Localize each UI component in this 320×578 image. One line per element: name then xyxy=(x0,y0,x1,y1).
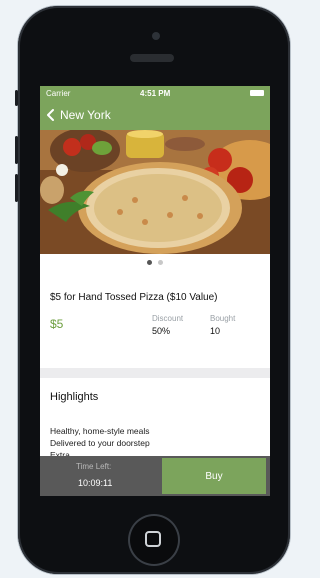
purchase-footer: Time Left: 10:09:11 Buy xyxy=(40,456,270,496)
bought-label: Bought xyxy=(210,314,236,323)
volume-down-button xyxy=(15,174,18,202)
discount-value: 50% xyxy=(152,326,171,336)
phone-frame: Carrier 4:51 PM New York $5 for Hand Tos… xyxy=(15,6,290,574)
time-left-value: 10:09:11 xyxy=(78,478,113,488)
volume-up-button xyxy=(15,136,18,164)
highlights-heading: Highlights xyxy=(50,391,99,403)
carousel-page-indicator[interactable] xyxy=(40,260,270,270)
earpiece-speaker xyxy=(130,54,174,62)
deal-price: $5 xyxy=(50,317,64,331)
discount-stat: Discount 50% xyxy=(152,314,183,336)
page-dot-1[interactable] xyxy=(147,260,152,265)
bought-value: 10 xyxy=(210,326,221,336)
home-square-icon xyxy=(145,531,161,547)
back-button[interactable]: New York xyxy=(46,108,111,122)
status-bar: Carrier 4:51 PM xyxy=(40,86,270,102)
carrier-label: Carrier xyxy=(46,89,71,98)
time-left-label: Time Left: xyxy=(76,462,112,471)
bought-stat: Bought 10 xyxy=(210,314,235,336)
status-time: 4:51 PM xyxy=(140,89,171,98)
buy-button[interactable]: Buy xyxy=(162,458,266,494)
pizza-image xyxy=(40,130,270,254)
section-divider xyxy=(40,368,270,378)
navigation-bar: New York xyxy=(40,102,270,130)
deal-title: $5 for Hand Tossed Pizza ($10 Value) xyxy=(50,292,218,303)
back-label: New York xyxy=(60,108,111,122)
front-camera xyxy=(152,32,160,40)
highlight-item: Delivered to your doorstep xyxy=(50,438,150,448)
app-screen: Carrier 4:51 PM New York $5 for Hand Tos… xyxy=(40,86,270,496)
home-button[interactable] xyxy=(128,514,180,566)
chevron-left-icon xyxy=(47,109,54,121)
battery-icon xyxy=(250,90,264,96)
discount-label: Discount xyxy=(152,314,184,323)
mute-switch xyxy=(15,90,18,106)
deal-photo[interactable] xyxy=(40,130,270,254)
page-dot-2[interactable] xyxy=(158,260,163,265)
highlight-item: Healthy, home-style meals xyxy=(50,426,150,436)
